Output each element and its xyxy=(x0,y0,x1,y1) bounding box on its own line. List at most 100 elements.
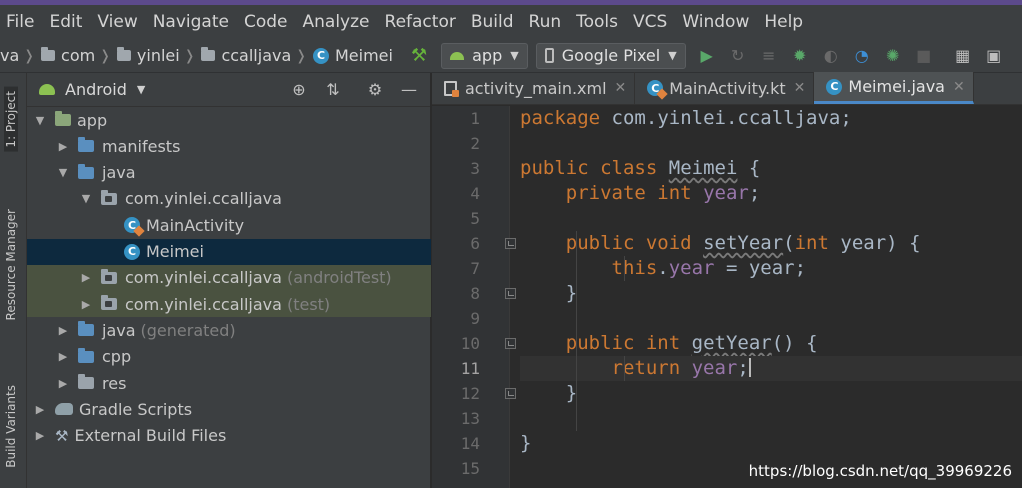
code-line[interactable]: } xyxy=(520,431,1022,456)
java-class-icon: C xyxy=(826,78,843,95)
menu-analyze[interactable]: Analyze xyxy=(303,12,370,32)
code-line[interactable]: public void setYear(int year) { xyxy=(520,231,1022,256)
expand-arrow-icon[interactable]: ▼ xyxy=(79,192,93,205)
code-line[interactable]: this.year = year; xyxy=(520,256,1022,281)
profile-icon[interactable]: ◔ xyxy=(849,43,875,69)
code-line[interactable]: public int getYear() { xyxy=(520,331,1022,356)
stop-icon[interactable]: ■ xyxy=(911,43,937,69)
folder-icon xyxy=(78,163,94,179)
breadcrumb-item[interactable]: com ❭ xyxy=(41,46,117,65)
tree-node-suffix: (generated) xyxy=(140,320,236,340)
tree-node[interactable]: ▼ java xyxy=(27,160,431,186)
tree-node[interactable]: ▶ cpp xyxy=(27,344,431,370)
collapse-arrow-icon[interactable]: ▶ xyxy=(33,403,47,416)
tree-node[interactable]: C Meimei xyxy=(27,238,431,265)
locate-target-icon[interactable]: ⊕ xyxy=(286,77,312,103)
expand-arrow-icon[interactable]: ▼ xyxy=(33,114,47,127)
tree-node[interactable]: C MainActivity xyxy=(27,212,431,238)
code-line[interactable]: public class Meimei { xyxy=(520,156,1022,181)
breadcrumb-item[interactable]: ccalljava ❭ xyxy=(201,46,313,65)
menu-edit[interactable]: Edit xyxy=(49,12,82,32)
code-area[interactable]: package com.yinlei.ccalljava; public clas… xyxy=(520,106,1022,488)
collapse-arrow-icon[interactable]: ▶ xyxy=(56,140,70,153)
menu-build[interactable]: Build xyxy=(471,12,514,32)
device-select[interactable]: Google Pixel ▼ xyxy=(535,42,686,69)
sdk-manager-icon[interactable]: ▣ xyxy=(981,43,1007,69)
collapse-arrow-icon[interactable]: ▶ xyxy=(79,298,93,311)
menu-vcs[interactable]: VCS xyxy=(633,12,667,32)
menu-tools[interactable]: Tools xyxy=(576,12,618,32)
tree-node-label: app xyxy=(77,110,108,130)
apply-code-changes-icon[interactable]: ≡ xyxy=(756,43,782,69)
run-config-select[interactable]: app ▼ xyxy=(441,42,528,69)
menu-file[interactable]: File xyxy=(6,12,34,32)
code-line[interactable] xyxy=(520,206,1022,231)
collapse-arrow-icon[interactable]: ▶ xyxy=(33,429,47,442)
menu-window[interactable]: Window xyxy=(682,12,749,32)
code-line[interactable]: } xyxy=(520,281,1022,306)
java-class-icon: C xyxy=(313,47,329,64)
tree-node[interactable]: ▶ res xyxy=(27,370,431,396)
menu-view[interactable]: View xyxy=(97,12,137,32)
code-line[interactable]: return year; xyxy=(520,356,1022,381)
code-line[interactable]: } xyxy=(520,381,1022,406)
code-line[interactable]: package com.yinlei.ccalljava; xyxy=(520,106,1022,131)
attach-debugger-icon[interactable]: ◐ xyxy=(818,43,844,69)
code-line[interactable] xyxy=(520,131,1022,156)
collapse-all-icon[interactable]: ⇅ xyxy=(320,77,346,103)
tree-node[interactable]: ▶ java (generated) xyxy=(27,317,431,343)
editor-tab[interactable]: C MainActivity.kt ✕ xyxy=(635,72,815,104)
sync-icon[interactable]: ✺ xyxy=(880,43,906,69)
collapse-arrow-icon[interactable]: ▶ xyxy=(56,377,70,390)
collapse-arrow-icon[interactable]: ▶ xyxy=(79,271,93,284)
menu-run[interactable]: Run xyxy=(529,12,562,32)
collapse-arrow-icon[interactable]: ▶ xyxy=(56,350,70,363)
collapse-arrow-icon[interactable]: ▶ xyxy=(56,324,70,337)
debug-icon[interactable]: ✹ xyxy=(787,43,813,69)
fold-marker-icon[interactable] xyxy=(505,338,516,349)
close-icon[interactable]: ✕ xyxy=(615,80,627,96)
tree-node[interactable]: ▶ com.yinlei.ccalljava (test) xyxy=(27,291,431,318)
tree-node[interactable]: ▶ ⚒ External Build Files xyxy=(27,423,431,449)
breadcrumb-label: yinlei xyxy=(136,46,180,65)
resource-manager-tab[interactable]: Resource Manager xyxy=(4,209,18,320)
build-hammer-icon[interactable]: ⚒ xyxy=(411,45,427,66)
editor-tab[interactable]: activity_main.xml ✕ xyxy=(432,72,636,104)
gear-icon[interactable]: ⚙ xyxy=(362,77,388,103)
fold-marker-icon[interactable] xyxy=(505,388,516,399)
fold-marker-icon[interactable] xyxy=(505,238,516,249)
build-variants-tab[interactable]: Build Variants xyxy=(4,385,18,468)
tree-node[interactable]: ▶ manifests xyxy=(27,133,431,159)
folder-icon xyxy=(116,47,131,61)
project-structure-icon[interactable]: ▦ xyxy=(950,43,976,69)
project-view-select[interactable]: Android xyxy=(65,80,127,99)
breadcrumb-item[interactable]: va ❭ xyxy=(0,46,41,65)
expand-arrow-icon[interactable]: ▼ xyxy=(56,166,70,179)
menu-help[interactable]: Help xyxy=(764,12,803,32)
chevron-down-icon[interactable]: ▼ xyxy=(137,83,145,96)
breadcrumb-item[interactable]: yinlei ❭ xyxy=(116,46,202,65)
code-line[interactable] xyxy=(520,306,1022,331)
menu-code[interactable]: Code xyxy=(244,12,288,32)
warning-identifier-token: Meimei xyxy=(668,157,738,179)
menu-refactor[interactable]: Refactor xyxy=(385,12,456,32)
editor-tab[interactable]: C Meimei.java ✕ xyxy=(814,72,974,104)
keyword-token: int xyxy=(794,232,829,254)
tree-node[interactable]: ▼ com.yinlei.ccalljava xyxy=(27,186,431,212)
menu-navigate[interactable]: Navigate xyxy=(153,12,229,32)
close-icon[interactable]: ✕ xyxy=(794,80,806,96)
line-number: 8 xyxy=(470,284,480,303)
run-icon[interactable]: ▶ xyxy=(694,43,720,69)
minimize-icon[interactable]: — xyxy=(396,77,422,103)
project-tool-tab[interactable]: 1: Project xyxy=(4,87,18,152)
breadcrumb-file[interactable]: C Meimei xyxy=(313,46,393,65)
code-line[interactable] xyxy=(520,406,1022,431)
close-icon[interactable]: ✕ xyxy=(953,79,965,95)
apply-changes-icon[interactable]: ↻ xyxy=(725,43,751,69)
code-line[interactable]: private int year; xyxy=(520,181,1022,206)
fold-marker-icon[interactable] xyxy=(505,288,516,299)
tree-node[interactable]: ▶ com.yinlei.ccalljava (androidTest) xyxy=(27,264,431,291)
tree-node[interactable]: ▼ app xyxy=(27,107,431,133)
tree-node[interactable]: ▶ Gradle Scripts xyxy=(27,396,431,422)
